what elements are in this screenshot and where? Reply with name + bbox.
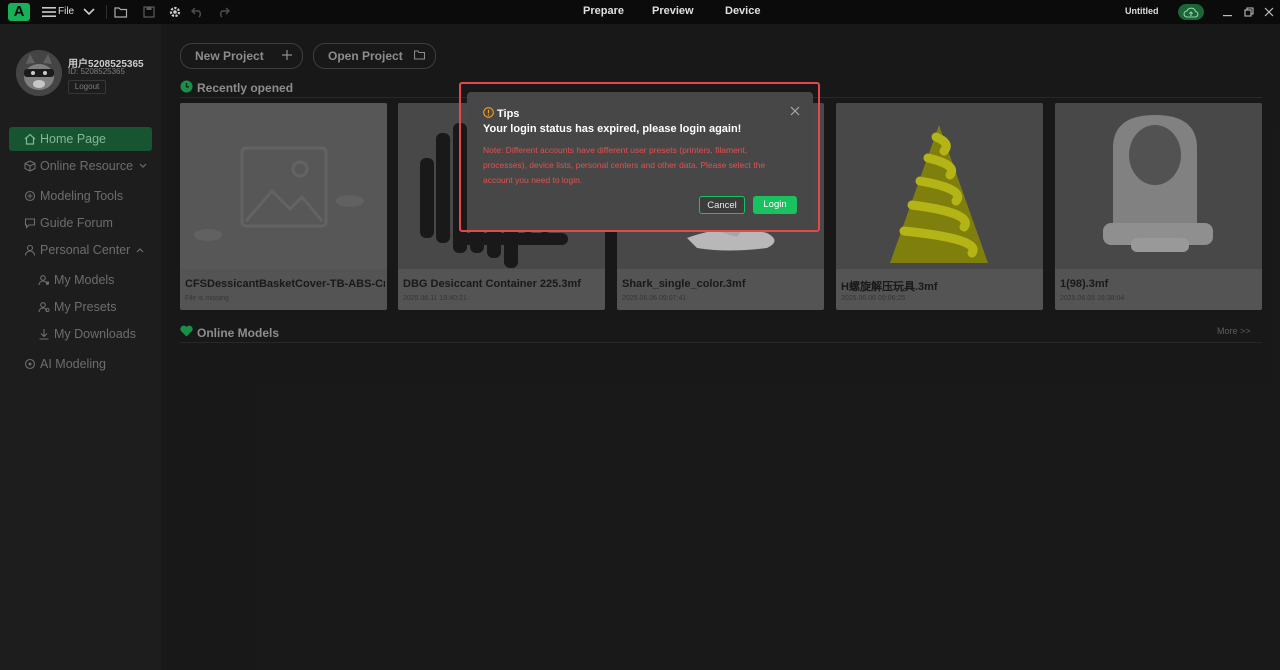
dialog-title: Tips — [483, 107, 519, 121]
close-icon[interactable] — [789, 104, 801, 116]
cancel-button[interactable]: Cancel — [699, 196, 745, 214]
login-expired-dialog: Tips Your login status has expired, plea… — [467, 92, 813, 230]
warning-icon — [483, 107, 494, 121]
login-button[interactable]: Login — [753, 196, 797, 214]
dialog-note: Note: Different accounts have different … — [483, 145, 766, 185]
dialog-message: Your login status has expired, please lo… — [483, 123, 742, 135]
